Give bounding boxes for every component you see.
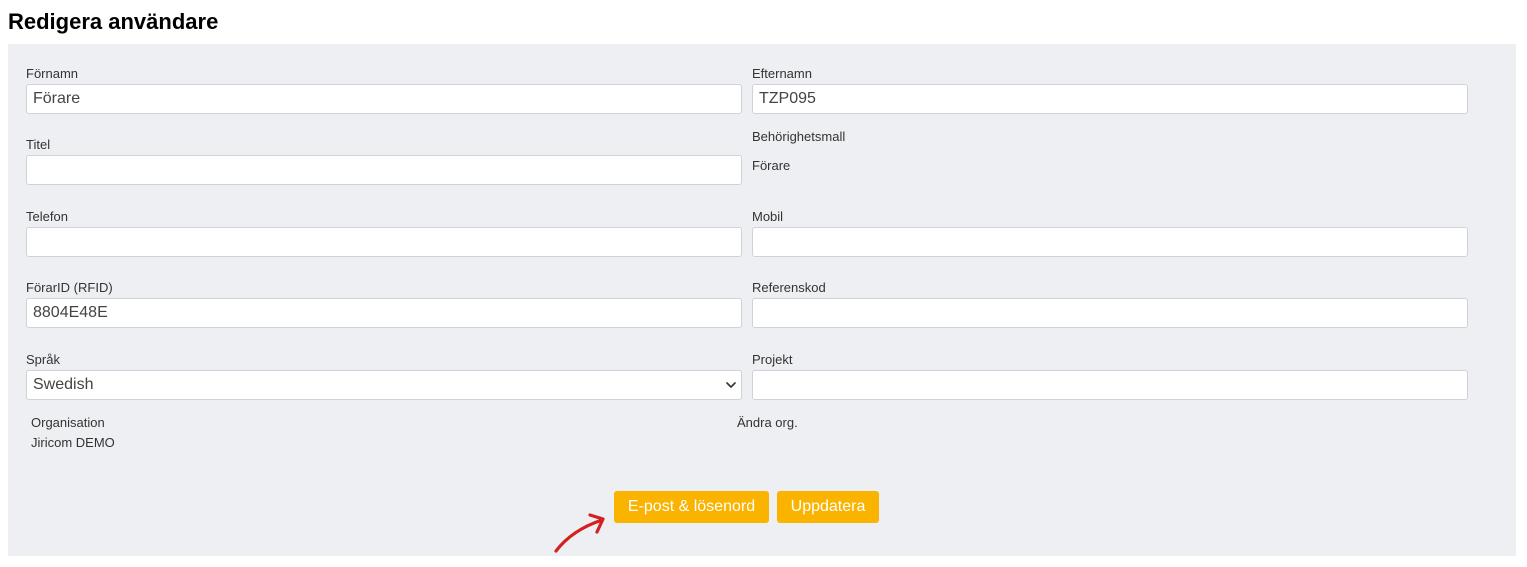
driver-id-label: FörarID (RFID)	[26, 280, 113, 295]
phone-label: Telefon	[26, 209, 68, 224]
permission-template-label: Behörighetsmall	[752, 129, 846, 144]
title-label: Titel	[26, 137, 51, 152]
reference-code-label: Referenskod	[752, 280, 826, 295]
reference-code-input[interactable]	[752, 298, 1468, 328]
change-org-link[interactable]: Ändra org.	[737, 415, 798, 431]
email-password-button[interactable]: E-post & lösenord	[614, 491, 769, 523]
first-name-label: Förnamn	[26, 66, 79, 81]
first-name-input[interactable]	[26, 84, 742, 114]
last-name-input[interactable]	[752, 84, 1468, 114]
update-button[interactable]: Uppdatera	[777, 491, 879, 523]
project-input[interactable]	[752, 370, 1468, 400]
mobile-label: Mobil	[752, 209, 784, 224]
edit-user-form: Förnamn Efternamn Titel Behörighetsmall …	[8, 44, 1516, 556]
last-name-label: Efternamn	[752, 66, 812, 81]
organisation-value: Jiricom DEMO	[31, 435, 115, 450]
project-label: Projekt	[752, 352, 793, 367]
mobile-input[interactable]	[752, 227, 1468, 257]
edit-user-page: Redigera användare Förnamn Efternamn Tit…	[0, 0, 1527, 567]
phone-input[interactable]	[26, 227, 742, 257]
chevron-down-icon	[726, 382, 736, 388]
permission-template-value: Förare	[752, 158, 791, 173]
organisation-label: Organisation	[31, 415, 105, 430]
driver-id-input[interactable]	[26, 298, 742, 328]
curved-arrow-icon	[554, 513, 605, 553]
language-selected-value: Swedish	[33, 376, 94, 393]
language-select[interactable]: Swedish	[26, 370, 742, 400]
page-title: Redigera användare	[8, 9, 219, 34]
language-label: Språk	[26, 352, 60, 367]
title-input[interactable]	[26, 155, 742, 185]
